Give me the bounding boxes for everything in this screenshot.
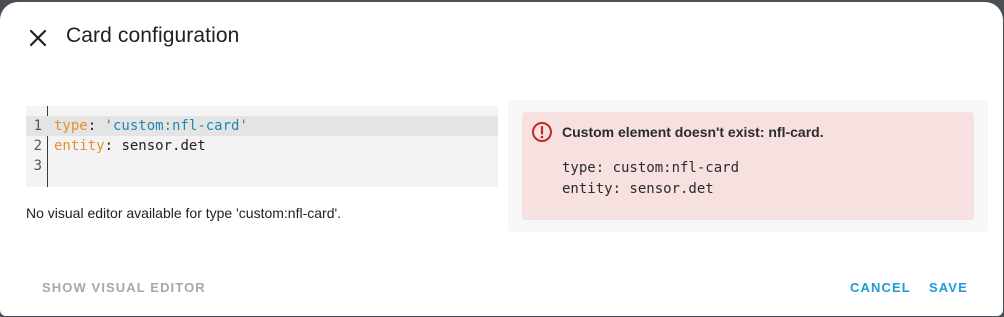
dialog-header: Card configuration [0, 2, 1003, 70]
dialog-title: Card configuration [66, 24, 240, 47]
code-text: type: 'custom:nfl-card' [54, 116, 248, 136]
error-title: Custom element doesn't exist: nfl-card. [562, 124, 824, 140]
yaml-line: type: custom:nfl-card [562, 160, 740, 176]
error-yaml-config: type: custom:nfl-card entity: sensor.det [562, 158, 739, 200]
code-text: entity: sensor.det [54, 136, 206, 156]
yaml-value: 'custom:nfl-card' [104, 118, 248, 134]
close-icon [29, 29, 47, 47]
error-card: Custom element doesn't exist: nfl-card. … [522, 112, 974, 220]
code-line[interactable]: 3 [26, 156, 498, 176]
card-preview: Custom element doesn't exist: nfl-card. … [508, 100, 988, 232]
close-button[interactable] [22, 22, 54, 54]
line-number: 3 [33, 158, 42, 174]
yaml-code-editor[interactable]: 1 type: 'custom:nfl-card' 2 entity: sens… [26, 106, 498, 187]
cancel-button[interactable]: CANCEL [850, 280, 911, 295]
no-visual-editor-message: No visual editor available for type 'cus… [26, 205, 342, 221]
code-line[interactable]: 1 type: 'custom:nfl-card' [26, 116, 498, 136]
yaml-value: sensor.det [121, 138, 206, 154]
line-number: 2 [33, 138, 42, 154]
card-configuration-dialog: Card configuration 1 type: 'custom:nfl-c… [0, 2, 1003, 316]
alert-circle-icon [532, 122, 552, 142]
save-button[interactable]: SAVE [929, 280, 968, 295]
yaml-key: entity [54, 138, 105, 154]
show-visual-editor-button[interactable]: SHOW VISUAL EDITOR [42, 280, 206, 295]
code-line[interactable]: 2 entity: sensor.det [26, 136, 498, 156]
yaml-key: type [54, 118, 88, 134]
yaml-separator: : [87, 118, 105, 134]
yaml-line: entity: sensor.det [562, 181, 714, 197]
yaml-separator: : [104, 138, 122, 154]
line-number: 1 [33, 118, 42, 134]
